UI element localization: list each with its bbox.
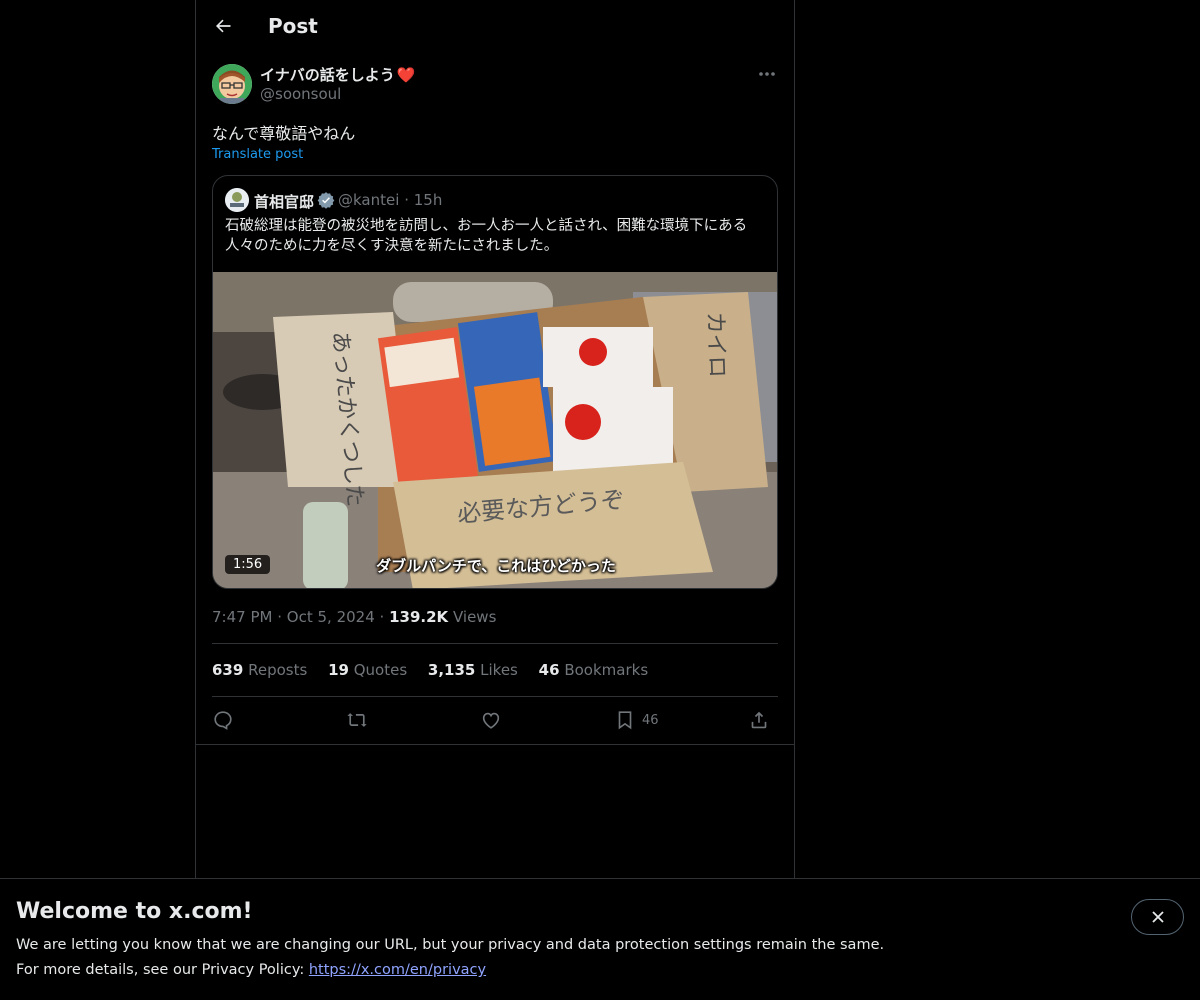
share-icon <box>751 711 767 729</box>
reposts-label: Reposts <box>248 661 308 679</box>
banner-privacy-text: For more details, see our Privacy Policy… <box>16 962 309 978</box>
quotes-label: Quotes <box>353 661 408 679</box>
url-change-banner: Welcome to x.com! We are letting you kno… <box>0 878 1200 1000</box>
quoted-post-header: 首相官邸 @kantei · 15h <box>225 188 765 212</box>
back-button[interactable] <box>206 9 240 43</box>
likes-label: Likes <box>480 661 518 679</box>
privacy-policy-link[interactable]: https://x.com/en/privacy <box>309 962 486 978</box>
post-author: イナバの話をしよう ❤️ @soonsoul <box>212 64 782 106</box>
bookmarks-label: Bookmarks <box>564 661 649 679</box>
close-banner-button[interactable] <box>1131 899 1184 935</box>
bookmark-count: 46 <box>642 712 659 728</box>
share-button[interactable] <box>748 706 770 734</box>
quoted-author-name: 首相官邸 <box>254 193 315 211</box>
post-bottom-border <box>196 744 794 745</box>
quoted-post-text: 石破総理は能登の被災地を訪問し、お一人お一人と話され、困難な環境下にある人々のた… <box>225 218 748 254</box>
post-time[interactable]: 7:47 PM <box>212 608 272 626</box>
translate-post-link[interactable]: Translate post <box>212 147 303 162</box>
post-meta: 7:47 PM · Oct 5, 2024 · 139.2K Views <box>212 608 496 626</box>
page-title: Post <box>268 14 318 38</box>
reply-icon <box>214 711 232 730</box>
banner-privacy-line: For more details, see our Privacy Policy… <box>16 962 486 978</box>
more-icon <box>759 72 775 76</box>
quoted-separator: · <box>404 191 409 209</box>
reply-button[interactable] <box>212 706 234 734</box>
kantei-emblem-icon <box>225 188 249 212</box>
divider <box>212 643 778 644</box>
close-icon <box>1151 911 1164 923</box>
likes-stat[interactable]: 3,135 Likes <box>428 661 518 679</box>
quoted-time: 15h <box>413 191 443 209</box>
right-flap-label: カイロ <box>702 311 729 378</box>
back-arrow-icon <box>216 19 231 33</box>
verified-badge-icon <box>317 191 335 209</box>
video-thumbnail: あったかくつした カイロ 必要な方どうぞ <box>213 272 777 588</box>
author-name-text: イナバの話をしよう <box>260 66 395 84</box>
likes-count: 3,135 <box>427 661 476 679</box>
author-display-name[interactable]: イナバの話をしよう ❤️ <box>260 64 415 85</box>
primary-column: Post イナバの話をしよう ❤️ @soonsoul なんで尊敬語やねん Tr… <box>195 0 795 1000</box>
reposts-count: 639 <box>212 661 244 679</box>
more-options-button[interactable] <box>752 62 782 86</box>
engagement-stats: 639 Reposts 19 Quotes 3,135 Likes 46 Boo… <box>212 661 664 679</box>
heart-emoji-icon: ❤️ <box>396 66 416 84</box>
bookmark-icon <box>618 711 632 730</box>
quotes-count: 19 <box>328 661 349 679</box>
repost-icon <box>347 713 367 727</box>
views-label: Views <box>452 608 497 626</box>
quoted-handle: @kantei <box>338 191 400 209</box>
quoted-meta: @kantei · 15h <box>338 191 442 209</box>
author-avatar[interactable] <box>212 64 252 104</box>
banner-title: Welcome to x.com! <box>16 899 253 924</box>
avatar-illustration <box>212 64 252 104</box>
reposts-stat[interactable]: 639 Reposts <box>212 661 307 679</box>
quotes-stat[interactable]: 19 Quotes <box>328 661 407 679</box>
bookmark-button[interactable]: 46 <box>614 706 659 734</box>
quoted-author-avatar <box>225 188 249 212</box>
bookmarks-stat[interactable]: 46 Bookmarks <box>539 661 648 679</box>
meta-separator: · <box>277 608 283 626</box>
repost-button[interactable] <box>346 706 368 734</box>
banner-message: We are letting you know that we are chan… <box>16 937 885 953</box>
divider <box>212 696 778 697</box>
author-handle[interactable]: @soonsoul <box>260 85 341 103</box>
views-count: 139.2K <box>389 608 449 626</box>
top-bar: Post <box>196 0 794 54</box>
video-subtitle: ダブルパンチで、これはひどかった <box>376 557 616 575</box>
quoted-post[interactable]: 首相官邸 @kantei · 15h 石破総理は能登の被災地を訪問し、お一人お一… <box>212 175 778 589</box>
bookmarks-count: 46 <box>538 661 560 679</box>
action-bar: 46 <box>212 706 778 736</box>
like-icon <box>482 712 500 729</box>
post-date[interactable]: Oct 5, 2024 <box>287 608 375 626</box>
quoted-video[interactable]: あったかくつした カイロ 必要な方どうぞ 1:56 ダブルパンチで、これはひどか… <box>213 272 777 588</box>
post-text: なんで尊敬語やねん <box>212 124 356 143</box>
meta-separator: · <box>379 608 385 626</box>
like-button[interactable] <box>480 706 502 734</box>
